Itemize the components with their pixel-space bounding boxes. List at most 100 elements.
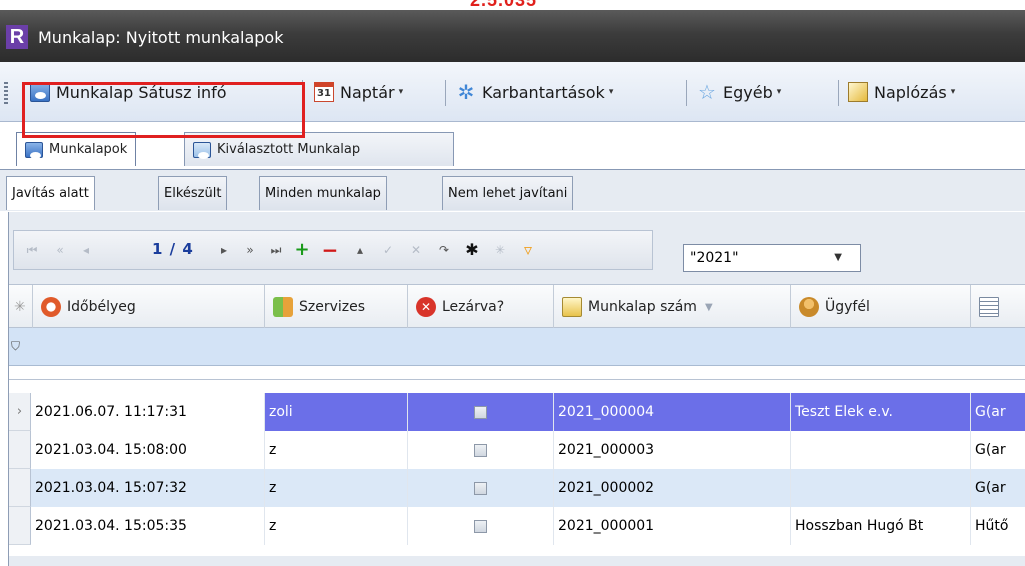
document-check-icon (562, 297, 582, 317)
maintenance-label: Karbantartások (482, 82, 605, 102)
cell-technician[interactable]: z (265, 469, 408, 507)
navigator-buttons: ⏮ « ◂ 1 / 4 ▸ » ⏭ + − ▴ ✓ ✕ ↷ ✱ ✳ ▿ (13, 230, 653, 270)
bookmark-star-icon[interactable]: ✳ (490, 240, 510, 260)
year-filter-value: "2021" (690, 250, 739, 266)
clock-icon (41, 297, 61, 317)
tab-all-worksheets[interactable]: Minden munkalap (259, 176, 387, 210)
row-indicator (9, 507, 31, 545)
cell-worksheet-number[interactable]: 2021_000002 (554, 469, 791, 507)
closed-checkbox[interactable] (474, 405, 487, 419)
window-icon (25, 141, 43, 159)
cell-notes[interactable]: Hűtő (971, 507, 1025, 545)
cell-closed[interactable] (408, 469, 554, 507)
log-pen-icon (848, 82, 868, 102)
table-row[interactable]: › 2021.06.07. 11:17:31 zoli 2021_000004 … (9, 393, 1025, 431)
customer-icon (799, 297, 819, 317)
delete-record-icon[interactable]: − (320, 240, 340, 260)
cell-notes[interactable]: G(ar (971, 469, 1025, 507)
tab-under-repair[interactable]: Javítás alatt (6, 176, 95, 210)
row-indicator (9, 469, 31, 507)
calendar-label: Naptár (340, 82, 395, 102)
cell-timestamp[interactable]: 2021.03.04. 15:05:35 (31, 507, 265, 545)
column-label: Szervizes (299, 299, 366, 315)
closed-x-icon: ✕ (416, 297, 436, 317)
cell-technician[interactable]: z (265, 507, 408, 545)
grid-header: ✳ Időbélyeg Szervizes ✕ Lezárva? Munkala… (9, 284, 1025, 329)
tab-completed[interactable]: Elkészült (158, 176, 228, 210)
grid-bottom-edge (8, 556, 1025, 566)
column-header-timestamp[interactable]: Időbélyeg (33, 285, 265, 329)
previous-record-icon[interactable]: ◂ (76, 240, 96, 260)
logging-menu-button[interactable]: Naplózás ▾ (848, 76, 955, 108)
cell-timestamp[interactable]: 2021.03.04. 15:08:00 (31, 431, 265, 469)
column-label: Időbélyeg (67, 299, 136, 315)
calendar-menu-button[interactable]: 31 Naptár ▾ (314, 76, 403, 108)
cell-customer[interactable]: Teszt Elek e.v. (791, 393, 971, 431)
post-check-icon[interactable]: ✓ (378, 240, 398, 260)
column-header-customer[interactable]: Ügyfél (791, 285, 971, 329)
tab-not-repairable[interactable]: Nem lehet javítani (442, 176, 574, 210)
top-annotation: 2.5.035 (0, 0, 1025, 10)
maintenance-menu-button[interactable]: ✲ Karbantartások ▾ (456, 76, 614, 108)
cell-worksheet-number[interactable]: 2021_000004 (554, 393, 791, 431)
next-record-icon[interactable]: ▸ (214, 240, 234, 260)
cell-worksheet-number[interactable]: 2021_000003 (554, 431, 791, 469)
year-filter-select[interactable]: "2021" ▼ (683, 244, 861, 272)
other-menu-button[interactable]: ☆ Egyéb ▾ (697, 76, 781, 108)
record-navigator: ⏮ « ◂ 1 / 4 ▸ » ⏭ + − ▴ ✓ ✕ ↷ ✱ ✳ ▿ "202… (8, 212, 1025, 284)
table-row[interactable]: 2021.03.04. 15:08:00 z 2021_000003 G(ar (9, 431, 1025, 469)
closed-checkbox[interactable] (474, 481, 487, 495)
cell-technician[interactable]: zoli (265, 393, 408, 431)
filter-icon[interactable]: ▿ (518, 240, 538, 260)
cell-worksheet-number[interactable]: 2021_000001 (554, 507, 791, 545)
page-info: 1 / 4 (152, 240, 194, 258)
closed-checkbox[interactable] (474, 519, 487, 533)
cell-customer[interactable] (791, 469, 971, 507)
new-row-indicator-icon: ✳ (9, 285, 33, 329)
toolbar-separator (445, 80, 446, 106)
chevron-down-icon: ▾ (608, 87, 614, 97)
cell-customer[interactable] (791, 431, 971, 469)
window-title: Munkalap: Nyitott munkalapok (38, 28, 284, 47)
asterisk-icon[interactable]: ✱ (462, 240, 482, 260)
star-icon: ☆ (698, 80, 716, 104)
first-page-icon[interactable]: ⏮ (22, 240, 42, 260)
grid-filter-row[interactable]: ⛉ (9, 328, 1025, 366)
toolbar-separator (686, 80, 687, 106)
refresh-icon[interactable]: ↷ (434, 240, 454, 260)
cell-closed[interactable] (408, 507, 554, 545)
column-header-notes[interactable] (971, 285, 1025, 329)
next-page-icon[interactable]: » (240, 240, 260, 260)
app-logo-icon: R (6, 25, 28, 49)
last-page-icon[interactable]: ⏭ (266, 240, 286, 260)
cell-closed[interactable] (408, 431, 554, 469)
cell-timestamp[interactable]: 2021.03.04. 15:07:32 (31, 469, 265, 507)
cell-closed[interactable] (408, 393, 554, 431)
cell-notes[interactable]: G(ar (971, 431, 1025, 469)
table-row[interactable]: 2021.03.04. 15:05:35 z 2021_000001 Hossz… (9, 507, 1025, 545)
column-label: Munkalap szám (588, 299, 697, 315)
row-indicator (9, 431, 31, 469)
cell-notes[interactable]: G(ar (971, 393, 1025, 431)
calendar-icon: 31 (314, 82, 334, 102)
chevron-down-icon: ▾ (398, 87, 404, 97)
chevron-down-icon: ▾ (950, 87, 956, 97)
toolbar-grip-handle[interactable] (4, 82, 8, 104)
chevron-down-icon: ▾ (776, 87, 782, 97)
cell-technician[interactable]: z (265, 431, 408, 469)
column-header-closed[interactable]: ✕ Lezárva? (408, 285, 554, 329)
cell-timestamp[interactable]: 2021.06.07. 11:17:31 (31, 393, 265, 431)
edit-up-icon[interactable]: ▴ (350, 240, 370, 260)
column-header-worksheet-number[interactable]: Munkalap szám ▼ (554, 285, 791, 329)
table-row[interactable]: 2021.03.04. 15:07:32 z 2021_000002 G(ar (9, 469, 1025, 507)
cancel-x-icon[interactable]: ✕ (406, 240, 426, 260)
column-header-technician[interactable]: Szervizes (265, 285, 408, 329)
cell-customer[interactable]: Hosszban Hugó Bt (791, 507, 971, 545)
column-label: Lezárva? (442, 299, 505, 315)
add-record-icon[interactable]: + (292, 240, 312, 260)
previous-page-icon[interactable]: « (50, 240, 70, 260)
closed-checkbox[interactable] (474, 443, 487, 457)
gear-icon: ✲ (457, 80, 475, 104)
column-label: Ügyfél (825, 299, 870, 315)
toolbar-separator (838, 80, 839, 106)
